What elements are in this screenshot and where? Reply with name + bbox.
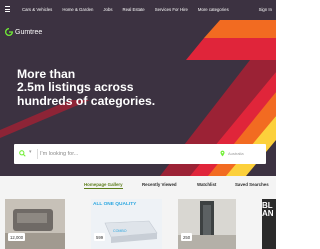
sign-in-link[interactable]: Sign In — [259, 7, 272, 12]
gallery-tabs: Homepage Gallery Recently Viewed Watchli… — [0, 176, 276, 194]
location-field[interactable]: Australia — [228, 151, 244, 156]
nav-item-more-categories[interactable]: More categories — [198, 7, 229, 12]
search-bar: ▾ Australia — [14, 144, 266, 164]
listing-partial-text: BL AN — [262, 201, 274, 218]
headline-line-2: 2.5m listings across — [17, 80, 134, 95]
listing-card[interactable]: 250 — [178, 199, 236, 249]
gumtree-leaf-icon — [5, 28, 13, 36]
nav-item-cars-vehicles[interactable]: Cars & Vehicles — [22, 7, 52, 12]
listing-caption: COMBO — [113, 229, 127, 233]
listing-gallery: 12,000 ALL ONE QUALITY COMBO 599 250 BL … — [0, 194, 276, 249]
gumtree-logo[interactable]: Gumtree — [5, 28, 42, 36]
hero-headline: More than 2.5m listings across hundreds … — [17, 67, 187, 108]
brand-name: Gumtree — [15, 28, 43, 36]
listing-card[interactable]: ALL ONE QUALITY COMBO 599 — [91, 199, 162, 249]
chevron-down-icon[interactable]: ▾ — [29, 149, 32, 155]
listing-price: 599 — [94, 233, 106, 241]
search-input[interactable] — [40, 148, 190, 160]
search-divider — [37, 149, 38, 159]
menu-icon[interactable] — [5, 6, 10, 12]
top-nav: Cars & Vehicles Home & Garden Jobs Real … — [0, 0, 276, 20]
tab-watchlist[interactable]: Watchlist — [197, 182, 216, 187]
listing-card[interactable]: BL AN — [262, 199, 276, 249]
tab-homepage-gallery[interactable]: Homepage Gallery — [84, 182, 123, 189]
listing-photo — [5, 199, 65, 249]
search-icon[interactable] — [19, 150, 26, 157]
nav-item-jobs[interactable]: Jobs — [103, 7, 112, 12]
tab-saved-searches[interactable]: Saved Searches — [235, 182, 269, 187]
listing-price: 250 — [181, 233, 193, 241]
nav-item-home-garden[interactable]: Home & Garden — [62, 7, 93, 12]
listing-photo — [178, 199, 236, 249]
location-pin-icon[interactable] — [220, 150, 225, 157]
category-nav: Cars & Vehicles Home & Garden Jobs Real … — [22, 7, 229, 12]
listing-card[interactable]: 12,000 — [5, 199, 65, 249]
listing-watermark: ALL ONE QUALITY — [93, 202, 137, 207]
nav-item-services-for-hire[interactable]: Services For Hire — [155, 7, 188, 12]
headline-line-1: More than — [17, 67, 76, 81]
headline-line-3: hundreds of categories. — [17, 93, 156, 108]
listing-price: 12,000 — [8, 233, 26, 241]
tab-recently-viewed[interactable]: Recently Viewed — [142, 182, 177, 187]
nav-item-real-estate[interactable]: Real Estate — [122, 7, 144, 12]
